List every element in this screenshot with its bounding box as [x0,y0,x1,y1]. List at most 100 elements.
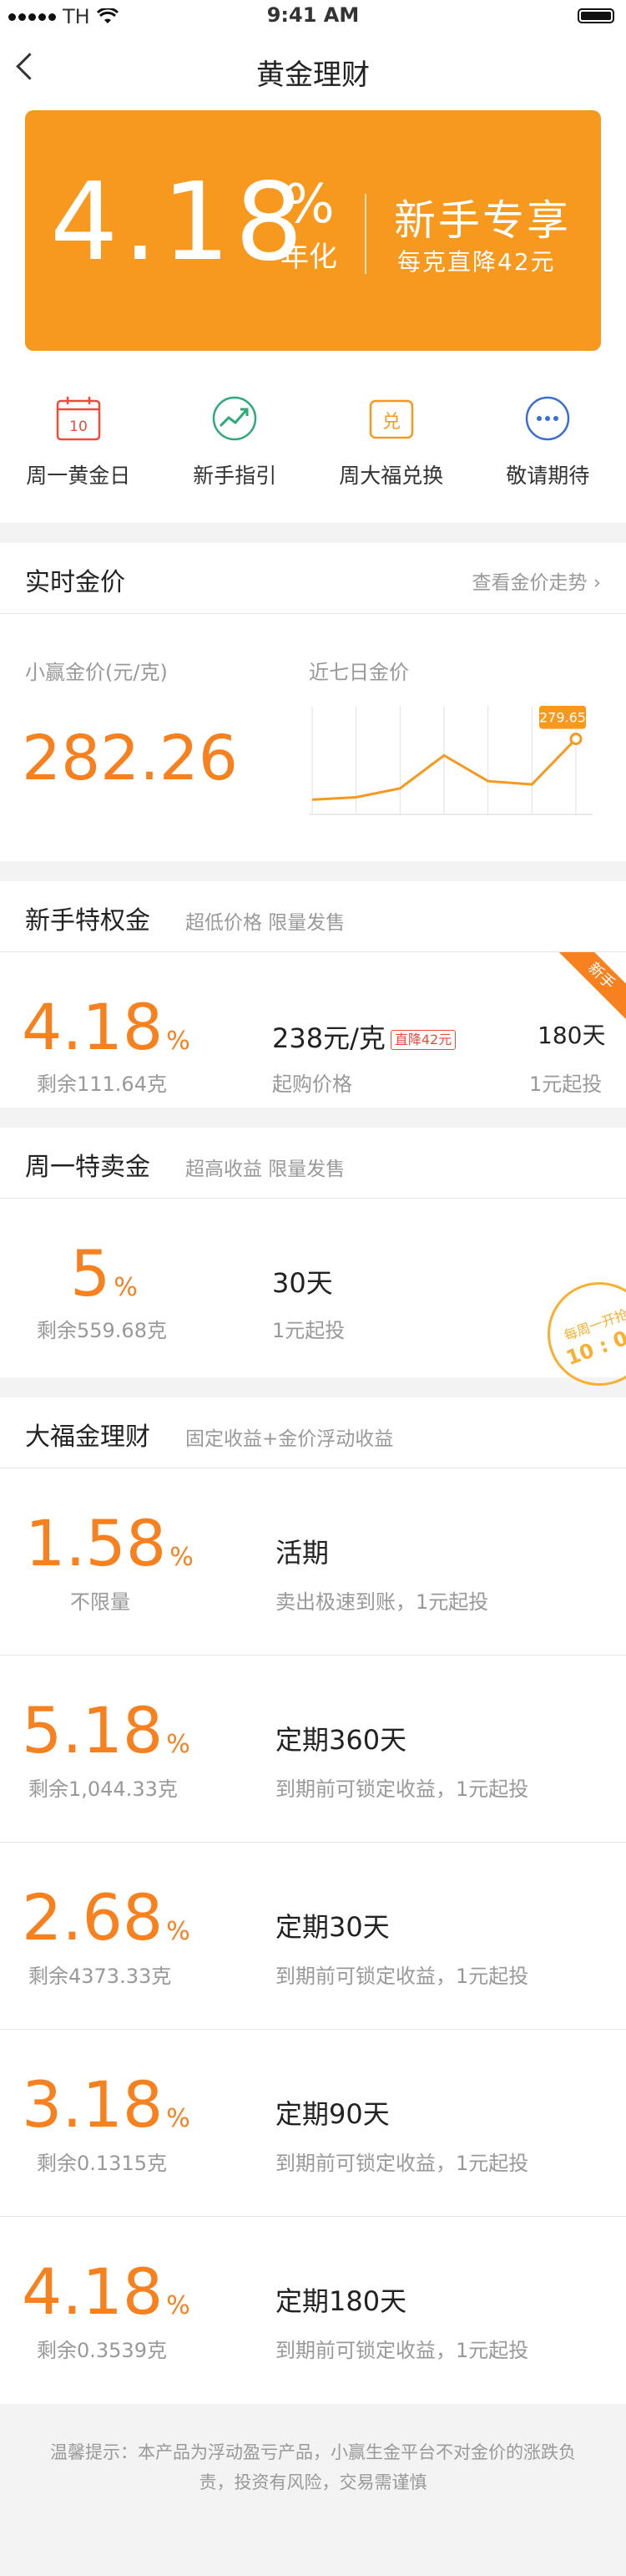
menu-item-label: 敬请期待 [506,464,590,488]
ribbon-text: 新手 [559,952,626,1019]
rate-percent: % [169,1543,194,1572]
monday-subtitle: 超高收益 限量发售 [185,1159,346,1180]
product-rate: 2.68% [22,1884,190,1965]
section-gap [0,1377,626,1397]
dafu-subtitle: 固定收益+金价浮动收益 [185,1428,394,1450]
dafu-product-row[interactable]: 3.18% 剩余0.1315克 定期90天 到期前可锁定收益，1元起投 [0,2030,626,2217]
gold-price: 282.26 [22,723,238,794]
product-name: 定期360天 [275,1724,407,1756]
product-desc: 到期前可锁定收益，1元起投 [275,1965,529,1988]
status-bar: TH 9:41 AM [0,0,626,33]
menu-item-label: 新手指引 [193,464,277,488]
view-trend-link[interactable]: 查看金价走势 › [472,566,601,595]
product-rate: 3.18% [22,2071,190,2153]
rate-percent: % [166,2104,190,2133]
menu-item-coming-soon[interactable]: 敬请期待 [470,376,626,523]
product-name: 定期30天 [275,1911,390,1943]
product-desc: 到期前可锁定收益，1元起投 [275,2152,529,2175]
trend-up-icon [210,394,259,443]
product-rate: 5.18% [22,1697,190,1778]
dafu-product-row[interactable]: 4.18% 剩余0.3539克 定期180天 到期前可锁定收益，1元起投 [0,2217,626,2404]
rate-value: 4.18 [22,990,164,1064]
remaining-amount: 剩余0.1315克 [37,2152,167,2175]
nav-bar: 黄金理财 [0,33,626,107]
section-gap [0,523,626,543]
price-value: 238元/克 [272,1022,386,1054]
more-icon [523,394,572,443]
chevron-right-icon: › [593,572,601,594]
seven-day-chart: 279.65 [309,706,593,815]
realtime-title: 实时金价 [25,568,125,597]
chart-point-highlight [569,733,583,746]
discount-badge: 直降42元 [390,1030,457,1050]
novice-product[interactable]: 新手 4.18% 剩余111.64克 238元/克 直降42元 起购价格 180天… [0,952,626,1108]
rate-percent: % [166,2291,190,2320]
risk-disclaimer: 温馨提示：本产品为浮动盈亏产品，小赢生金平台不对金价的涨跌负 责，投资有风险，交… [0,2404,626,2531]
dafu-product-row[interactable]: 2.68% 剩余4373.33克 定期30天 到期前可锁定收益，1元起投 [0,1843,626,2030]
view-trend-label: 查看金价走势 [472,572,588,594]
battery-icon [578,8,614,23]
novice-title: 新手特权金 [25,906,150,936]
page: TH 9:41 AM 黄金理财 4.18 % 年化 新手专享 每克直降42元 1… [0,0,626,2576]
product-desc: 到期前可锁定收益，1元起投 [275,1777,529,1801]
rate-percent: % [114,1273,138,1302]
menu-item-label: 周大福兑换 [339,464,444,488]
monday-title: 周一特卖金 [25,1153,150,1182]
novice-header: 新手特权金 超低价格 限量发售 [0,881,626,952]
remaining-amount: 剩余4373.33克 [28,1965,172,1988]
quick-menu: 10 周一黄金日 新手指引 兑 周大福兑换 敬请期待 [0,376,626,523]
product-rate: 5% [70,1240,138,1321]
novice-subtitle: 超低价格 限量发售 [185,912,346,934]
menu-item-novice-guide[interactable]: 新手指引 [157,376,314,523]
price-label: 起购价格 [272,1072,352,1096]
page-title: 黄金理财 [256,58,370,92]
hero-rate: 4.18 [50,160,308,285]
monday-product[interactable]: 5% 剩余559.68克 30天 1元起投 每周一开抢 10 : 00 [0,1199,626,1401]
product-rate: 1.58% [25,1510,194,1591]
calendar-icon: 10 [54,394,103,443]
status-time: 9:41 AM [266,3,360,27]
dafu-header: 大福金理财 固定收益+金价浮动收益 [0,1397,626,1468]
calendar-icon-text: 10 [69,418,88,435]
exchange-icon: 兑 [367,394,416,443]
remaining-amount: 剩余111.64克 [37,1072,167,1096]
hero-promo: 新手专享 [394,196,571,245]
exchange-icon-text: 兑 [382,412,401,433]
hero-annual-label: 年化 [280,241,337,274]
rate-value: 5.18 [22,1693,164,1767]
remaining-amount: 剩余0.3539克 [37,2339,167,2362]
rate-percent: % [166,1917,190,1946]
rate-value: 2.68 [22,1880,164,1955]
min-investment: 1元起投 [529,1072,603,1096]
remaining-amount: 剩余1,044.33克 [28,1777,178,1801]
menu-item-monday-gold-day[interactable]: 10 周一黄金日 [0,376,157,523]
hero-percent: % [284,174,335,236]
rate-percent: % [166,1027,190,1056]
new-user-ribbon: 新手 [559,952,626,1019]
remaining-amount: 剩余559.68克 [37,1319,167,1342]
rate-value: 1.58 [25,1506,167,1580]
product-name: 定期90天 [275,2098,390,2130]
disclaimer-line: 温馨提示：本产品为浮动盈亏产品，小赢生金平台不对金价的涨跌负 [50,2442,576,2462]
product-rate: 4.18% [22,994,190,1075]
hero-banner[interactable]: 4.18 % 年化 新手专享 每克直降42元 [25,110,601,351]
hero-divider [365,194,366,274]
remaining-amount: 不限量 [70,1590,130,1614]
menu-item-chow-tai-fook-exchange[interactable]: 兑 周大福兑换 [313,376,470,523]
rate-percent: % [166,1730,190,1759]
monday-header: 周一特卖金 超高收益 限量发售 [0,1128,626,1199]
chart-badge-label: 279.65 [539,710,586,726]
menu-item-label: 周一黄金日 [26,464,131,488]
dafu-title: 大福金理财 [25,1422,150,1452]
disclaimer-line: 责，投资有风险，交易需谨慎 [199,2472,427,2492]
section-gap [0,861,626,881]
rate-value: 4.18 [22,2254,164,2329]
realtime-price-panel[interactable]: 小赢金价(元/克) 282.26 近七日金价 279.65 [0,614,626,861]
product-term: 30天 [272,1267,333,1299]
product-term: 180天 [538,1022,606,1049]
dafu-product-row[interactable]: 5.18% 剩余1,044.33克 定期360天 到期前可锁定收益，1元起投 [0,1656,626,1843]
rate-value: 3.18 [22,2067,164,2142]
dafu-product-row[interactable]: 1.58% 不限量 活期 卖出极速到账，1元起投 [0,1468,626,1656]
chart-label: 近七日金价 [309,661,409,684]
product-desc: 卖出极速到账，1元起投 [275,1590,489,1614]
